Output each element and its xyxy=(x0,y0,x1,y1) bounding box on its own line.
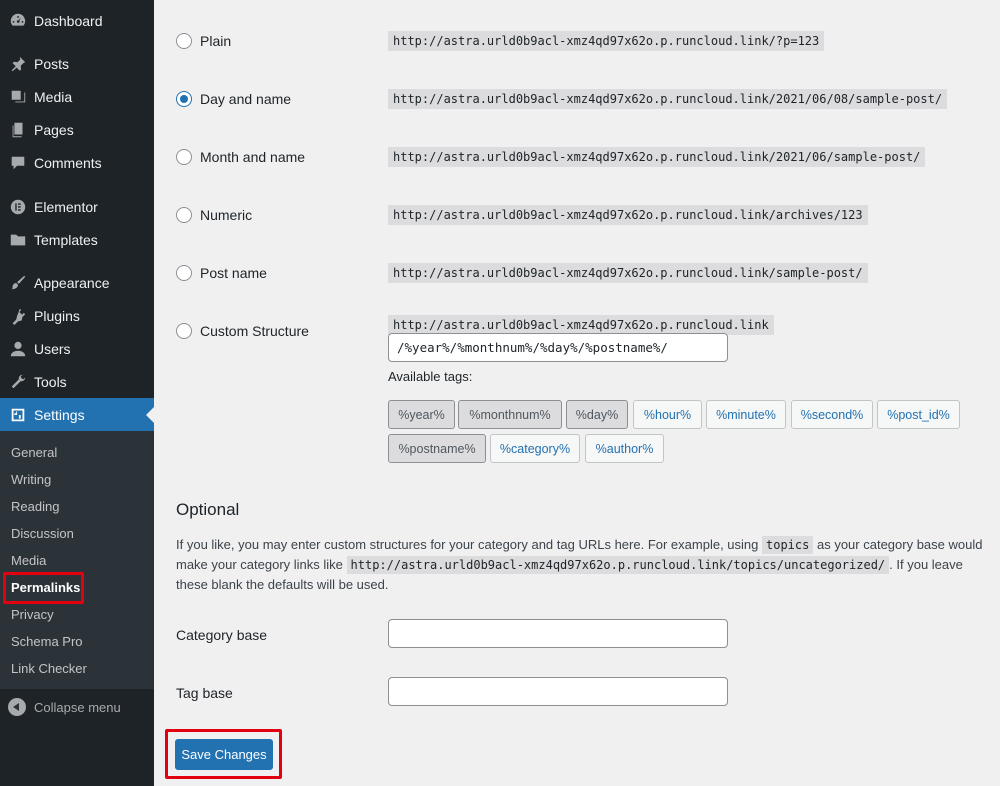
menu-item-tools[interactable]: Tools xyxy=(0,365,154,398)
menu-label: Users xyxy=(34,340,71,357)
menu-label: Comments xyxy=(34,154,102,171)
radio-post-name[interactable] xyxy=(176,265,192,281)
custom-structure-input[interactable]: /%year%/%monthnum%/%day%/%postname%/ xyxy=(388,333,728,362)
menu-item-comments[interactable]: Comments xyxy=(0,146,154,179)
example-url-month-and-name: http://astra.urld0b9acl-xmz4qd97x62o.p.r… xyxy=(388,147,926,167)
example-url-post-name: http://astra.urld0b9acl-xmz4qd97x62o.p.r… xyxy=(388,263,868,283)
menu-label: Dashboard xyxy=(34,12,103,29)
menu-label: Templates xyxy=(34,231,98,248)
permalink-settings-main: Plain http://astra.urld0b9acl-xmz4qd97x6… xyxy=(154,0,1000,786)
submenu-item-privacy[interactable]: Privacy xyxy=(11,605,54,625)
user-icon xyxy=(8,339,28,359)
category-base-label: Category base xyxy=(176,627,268,643)
submenu-item-media[interactable]: Media xyxy=(11,551,46,571)
permalink-option-custom-structure[interactable]: Custom Structure xyxy=(176,321,309,341)
media-icon xyxy=(8,87,28,107)
submenu-item-schema-pro[interactable]: Schema Pro xyxy=(11,632,83,652)
pin-icon xyxy=(8,54,28,74)
dashboard-icon xyxy=(8,11,28,31)
tag-button-second[interactable]: %second% xyxy=(791,400,873,429)
option-label: Custom Structure xyxy=(200,323,309,339)
submenu-item-general[interactable]: General xyxy=(11,443,57,463)
comment-icon xyxy=(8,153,28,173)
tag-button-postname[interactable]: %postname% xyxy=(388,434,486,463)
menu-label: Media xyxy=(34,88,73,105)
radio-day-and-name[interactable] xyxy=(176,91,192,107)
save-changes-button[interactable]: Save Changes xyxy=(175,739,273,770)
permalink-option-post-name[interactable]: Post name xyxy=(176,263,267,283)
collapse-icon xyxy=(8,698,26,716)
menu-label: Plugins xyxy=(34,307,80,324)
tag-button-category[interactable]: %category% xyxy=(490,434,580,463)
tag-button-author[interactable]: %author% xyxy=(585,434,664,463)
active-menu-arrow xyxy=(146,406,154,423)
menu-item-users[interactable]: Users xyxy=(0,332,154,365)
optional-heading: Optional xyxy=(176,500,240,519)
category-base-input[interactable] xyxy=(388,619,728,648)
settings-icon xyxy=(8,405,28,425)
submenu-item-writing[interactable]: Writing xyxy=(11,470,51,490)
radio-plain[interactable] xyxy=(176,33,192,49)
example-url-day-and-name: http://astra.urld0b9acl-xmz4qd97x62o.p.r… xyxy=(388,89,948,109)
menu-item-settings[interactable]: Settings xyxy=(0,398,154,431)
tag-button-monthnum[interactable]: %monthnum% xyxy=(458,400,562,429)
optional-desc-code-url: http://astra.urld0b9acl-xmz4qd97x62o.p.r… xyxy=(346,556,890,574)
tag-base-input[interactable] xyxy=(388,677,728,706)
example-url-numeric: http://astra.urld0b9acl-xmz4qd97x62o.p.r… xyxy=(388,205,868,225)
example-url-plain: http://astra.urld0b9acl-xmz4qd97x62o.p.r… xyxy=(388,31,825,51)
elementor-icon xyxy=(8,197,28,217)
permalink-option-month-and-name[interactable]: Month and name xyxy=(176,147,305,167)
radio-month-and-name[interactable] xyxy=(176,149,192,165)
optional-description: If you like, you may enter custom struct… xyxy=(176,535,991,595)
tag-button-year[interactable]: %year% xyxy=(388,400,455,429)
tag-button-minute[interactable]: %minute% xyxy=(706,400,786,429)
permalink-option-plain[interactable]: Plain xyxy=(176,31,231,51)
tag-button-day[interactable]: %day% xyxy=(566,400,628,429)
submenu-item-discussion[interactable]: Discussion xyxy=(11,524,74,544)
menu-label: Tools xyxy=(34,373,67,390)
menu-item-posts[interactable]: Posts xyxy=(0,47,154,80)
permalinks-highlight-box xyxy=(3,572,84,604)
option-label: Day and name xyxy=(200,91,292,107)
permalink-option-numeric[interactable]: Numeric xyxy=(176,205,252,225)
wrench-icon xyxy=(8,372,28,392)
permalink-option-day-and-name[interactable]: Day and name xyxy=(176,89,291,109)
radio-numeric[interactable] xyxy=(176,207,192,223)
menu-item-pages[interactable]: Pages xyxy=(0,113,154,146)
submenu-item-reading[interactable]: Reading xyxy=(11,497,59,517)
menu-item-plugins[interactable]: Plugins xyxy=(0,299,154,332)
collapse-label: Collapse menu xyxy=(34,699,121,715)
custom-structure-base-url: http://astra.urld0b9acl-xmz4qd97x62o.p.r… xyxy=(388,315,774,335)
plugin-icon xyxy=(8,306,28,326)
tag-button-hour[interactable]: %hour% xyxy=(633,400,702,429)
admin-sidebar: Dashboard Posts Media Pages Comments Ele… xyxy=(0,0,154,786)
option-label: Post name xyxy=(200,265,267,281)
option-label: Plain xyxy=(200,33,232,49)
collapse-menu-button[interactable]: Collapse menu xyxy=(0,697,154,717)
menu-label: Pages xyxy=(34,121,74,138)
menu-item-appearance[interactable]: Appearance xyxy=(0,266,154,299)
menu-item-templates[interactable]: Templates xyxy=(0,223,154,256)
menu-item-media[interactable]: Media xyxy=(0,80,154,113)
settings-submenu: General Writing Reading Discussion Media… xyxy=(0,431,154,689)
radio-custom-structure[interactable] xyxy=(176,323,192,339)
menu-label: Posts xyxy=(34,55,70,72)
menu-label: Appearance xyxy=(34,274,110,291)
menu-label: Elementor xyxy=(34,198,98,215)
tag-base-label: Tag base xyxy=(176,685,233,701)
optional-desc-code-topics: topics xyxy=(762,536,814,554)
option-label: Month and name xyxy=(200,149,306,165)
folder-icon xyxy=(8,230,28,250)
submenu-item-link-checker[interactable]: Link Checker xyxy=(11,659,87,679)
menu-label: Settings xyxy=(34,406,85,423)
pages-icon xyxy=(8,120,28,140)
brush-icon xyxy=(8,273,28,293)
available-tags-label: Available tags: xyxy=(388,369,473,384)
optional-desc-text: If you like, you may enter custom struct… xyxy=(176,537,759,552)
option-label: Numeric xyxy=(200,207,253,223)
menu-item-dashboard[interactable]: Dashboard xyxy=(0,4,154,37)
tag-button-post-id[interactable]: %post_id% xyxy=(877,400,960,429)
menu-item-elementor[interactable]: Elementor xyxy=(0,190,154,223)
